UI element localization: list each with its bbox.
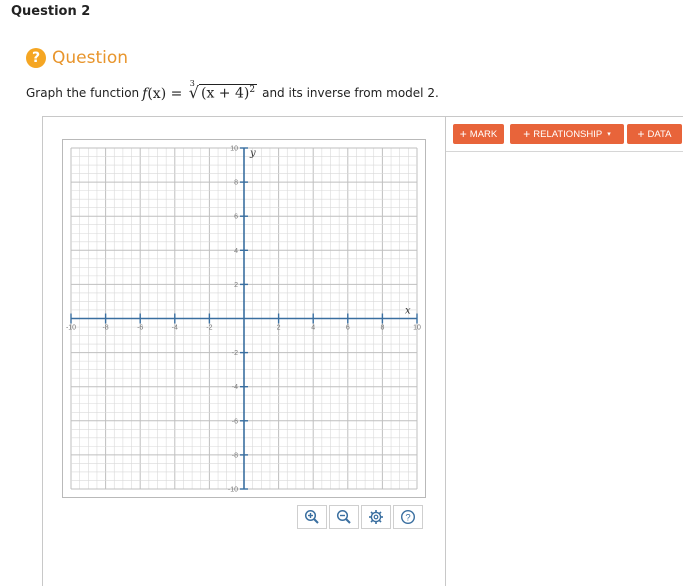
question-header: ? Question (26, 47, 128, 69)
y-tick-label: 8 (234, 180, 238, 187)
question-number: Question 2 (11, 4, 91, 19)
y-axis-label: y (249, 148, 256, 159)
zoom-in-button[interactable] (297, 505, 327, 529)
y-tick-label: 6 (234, 214, 238, 221)
x-tick-label: -4 (172, 325, 178, 332)
prompt-text-after: and its inverse from model 2. (262, 85, 439, 100)
add-relationship-button[interactable]: + RELATIONSHIP ▾ (510, 124, 624, 144)
plus-icon: + (459, 127, 467, 141)
graph-tools: ? (297, 505, 425, 529)
x-tick-label: 10 (413, 325, 421, 332)
radicand-exponent: 2 (249, 85, 256, 96)
plus-icon: + (637, 127, 645, 141)
radical-index: 3 (189, 79, 195, 88)
x-tick-label: 2 (277, 325, 281, 332)
y-tick-label: -6 (232, 418, 238, 425)
settings-button[interactable] (361, 505, 391, 529)
radicand: (x + 4)2 (199, 84, 258, 102)
function-formula: f(x) = 3 √ (x + 4)2 (142, 79, 259, 102)
caret-down-icon: ▾ (607, 131, 611, 138)
function-args: (x) = (147, 86, 183, 102)
add-mark-button[interactable]: + MARK (453, 124, 504, 144)
cube-root: 3 √ (x + 4)2 (189, 79, 258, 102)
zoom-out-button[interactable] (329, 505, 359, 529)
y-tick-label: -10 (228, 487, 238, 494)
prompt-text-before: Graph the function (26, 85, 140, 100)
question-help-icon[interactable]: ? (26, 48, 46, 68)
side-panel (446, 116, 683, 587)
question-prompt: Graph the function f(x) = 3 √ (x + 4)2 a… (26, 79, 439, 102)
y-tick-label: -4 (232, 384, 238, 391)
add-data-button[interactable]: + DATA (627, 124, 682, 144)
x-tick-label: 8 (380, 325, 384, 332)
y-tick-label: 4 (234, 248, 238, 255)
panel-divider (446, 151, 683, 152)
x-axis-label: x (405, 306, 411, 317)
help-button[interactable]: ? (393, 505, 423, 529)
graph-canvas[interactable]: -10 -8 -6 -4 -2 2 4 6 8 10 10 8 6 4 2 -2 -4 -6 -8 -10 x y (63, 140, 425, 497)
y-tick-label: -8 (232, 452, 238, 459)
help-icon: ? (400, 509, 416, 525)
y-tick-label: 10 (230, 146, 238, 153)
x-tick-label: -2 (206, 325, 212, 332)
x-tick-label: -8 (102, 325, 108, 332)
x-tick-label: -10 (66, 325, 76, 332)
coordinate-grid[interactable]: -10 -8 -6 -4 -2 2 4 6 8 10 10 8 6 4 2 -2 -4 -6 -8 -10 x y (62, 139, 426, 498)
plus-icon: + (523, 127, 531, 141)
zoom-out-icon (336, 509, 351, 524)
svg-text:?: ? (405, 513, 410, 524)
x-tick-label: 4 (311, 325, 315, 332)
y-tick-label: 2 (234, 282, 238, 289)
zoom-in-icon (304, 509, 319, 524)
question-heading: Question (52, 48, 129, 68)
y-tick-label: -2 (232, 350, 238, 357)
gear-icon (369, 510, 383, 524)
x-tick-label: 6 (346, 325, 350, 332)
x-tick-label: -6 (137, 325, 143, 332)
